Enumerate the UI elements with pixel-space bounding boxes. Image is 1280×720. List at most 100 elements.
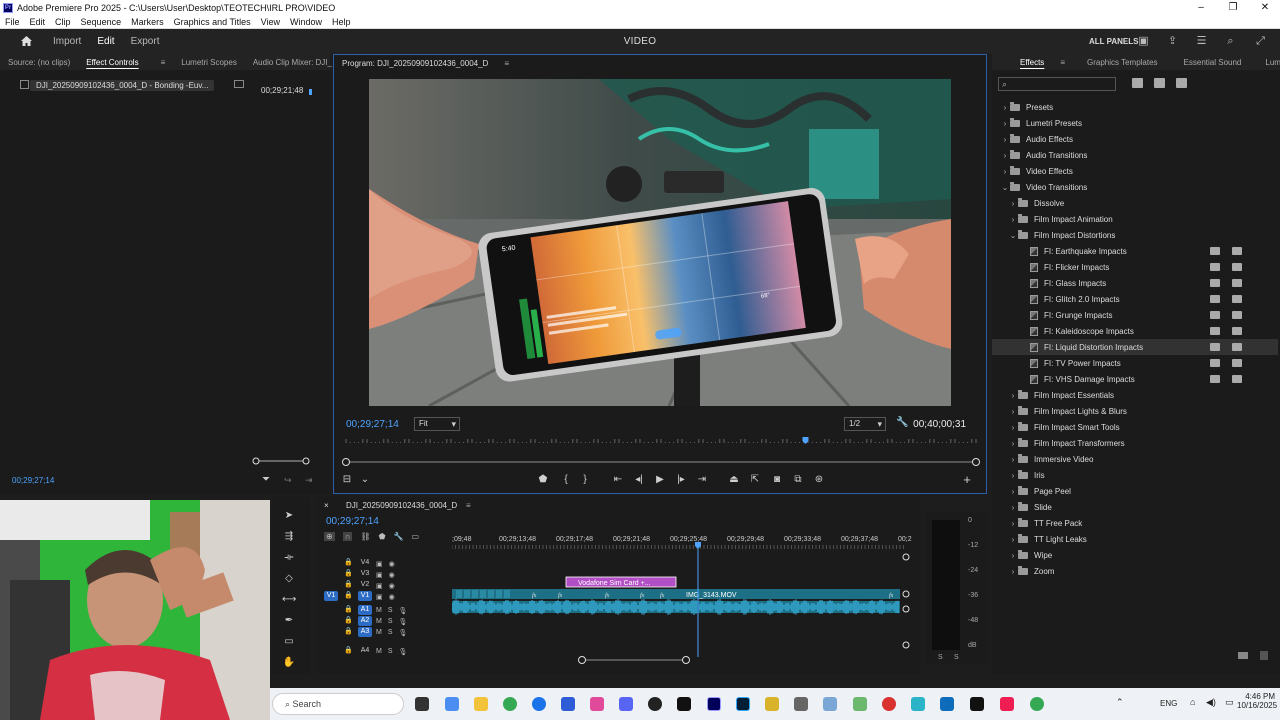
eye-icon[interactable]: ◉ (389, 582, 395, 590)
vr-video-icon[interactable]: ⊛ (812, 473, 826, 487)
menu-lines-icon[interactable]: ≡ (153, 58, 174, 67)
outlook-icon[interactable] (940, 697, 954, 711)
chevron-right-icon[interactable]: › (1008, 423, 1018, 432)
effects-folder[interactable]: › TT Light Leaks (992, 531, 1278, 547)
volume-icon[interactable]: ◀) (1206, 697, 1216, 708)
chevron-right-icon[interactable]: › (1008, 391, 1018, 400)
chrome-second-icon[interactable] (1030, 697, 1044, 711)
effects-folder[interactable]: ⌄ Video Transitions (992, 179, 1278, 195)
settings-icon[interactable] (794, 697, 808, 711)
effects-item[interactable]: FI: VHS Damage Impacts (992, 371, 1278, 387)
resolution-select[interactable]: 1/2 (844, 417, 886, 431)
search-icon[interactable]: ⌕ (1224, 35, 1237, 47)
captions-icon[interactable]: ▭ (412, 532, 420, 541)
chevron-right-icon[interactable]: › (1008, 503, 1018, 512)
chrome-icon[interactable] (503, 697, 517, 711)
chevron-down-icon[interactable]: ⌄ (358, 473, 372, 487)
timeline-playhead-handle[interactable] (695, 542, 701, 549)
linked-selection-icon[interactable]: ⛓ (360, 532, 370, 541)
effects-folder[interactable]: › Film Impact Animation (992, 211, 1278, 227)
obs-icon[interactable] (677, 697, 691, 711)
track-label[interactable]: A3 (358, 627, 372, 637)
rectangle-tool-icon[interactable]: ▭ (282, 635, 296, 649)
file-explorer-icon[interactable] (474, 697, 488, 711)
effects-folder[interactable]: › Immersive Video (992, 451, 1278, 467)
network-icon[interactable]: ⌂ (1190, 697, 1195, 707)
github-icon[interactable] (648, 697, 662, 711)
eye-icon[interactable]: ◉ (389, 560, 395, 568)
clip-panel-icon[interactable] (234, 80, 244, 88)
menu-edit[interactable]: Edit (25, 17, 51, 27)
chevron-down-icon[interactable]: ⌄ (1000, 183, 1010, 192)
clip-name[interactable]: DJI_20250909102436_0004_D - Bonding -Euv… (30, 79, 215, 91)
menu-window[interactable]: Window (285, 17, 327, 27)
ec-playhead[interactable] (309, 89, 312, 95)
play-icon[interactable]: ▶ (653, 473, 667, 487)
lock-icon[interactable]: 🔒 (344, 580, 353, 588)
tab-audio-clip-mixer[interactable]: Audio Clip Mixer: DJI_ (245, 58, 340, 67)
notepad-icon[interactable] (911, 697, 925, 711)
v1-clip[interactable] (452, 589, 900, 599)
mute-icon[interactable]: M (376, 607, 382, 614)
comparison-view-icon[interactable]: ⧉ (791, 473, 805, 487)
microphone-icon[interactable]: 🎙 (399, 607, 408, 615)
lock-icon[interactable]: 🔒 (344, 627, 353, 635)
effects-folder[interactable]: › Dissolve (992, 195, 1278, 211)
lock-icon[interactable]: 🔒 (344, 569, 353, 577)
effects-folder[interactable]: › Audio Effects (992, 131, 1278, 147)
32bit-filter-icon[interactable] (1154, 78, 1165, 88)
chevron-down-icon[interactable]: ⌄ (1008, 231, 1018, 240)
program-monitor-title[interactable]: Program: DJI_20250909102436_0004_D (334, 59, 496, 68)
chevron-right-icon[interactable]: › (1000, 135, 1010, 144)
app-r-icon[interactable] (765, 697, 779, 711)
eye-icon[interactable]: ◉ (389, 571, 395, 579)
instagram-icon[interactable] (590, 697, 604, 711)
effects-item[interactable]: FI: Glass Impacts (992, 275, 1278, 291)
source-patch-v1[interactable]: V1 (324, 591, 338, 601)
tab-source[interactable]: Source: (no clips) (0, 58, 78, 67)
effects-folder[interactable]: › Video Effects (992, 163, 1278, 179)
menu-graphics-and-titles[interactable]: Graphics and Titles (169, 17, 256, 27)
track-label[interactable]: A2 (358, 616, 372, 626)
export-icon[interactable]: ⇥ (305, 475, 313, 486)
track-label[interactable]: V3 (358, 569, 372, 579)
export-frame-icon[interactable]: ◙ (770, 473, 784, 487)
extract-icon[interactable]: ⇱ (748, 473, 762, 487)
lock-icon[interactable]: 🔒 (344, 591, 353, 599)
wrench-icon[interactable]: 🔧 (896, 417, 908, 428)
delete-icon[interactable] (1260, 651, 1268, 660)
go-to-in-icon[interactable]: ⇤ (611, 473, 625, 487)
panel-layout-icon[interactable]: ▣ (1137, 35, 1150, 47)
chevron-right-icon[interactable]: › (1000, 119, 1010, 128)
effects-item[interactable]: FI: Earthquake Impacts (992, 243, 1278, 259)
menu-lines-icon[interactable]: ≡ (496, 59, 517, 68)
photoshop-icon[interactable] (736, 697, 750, 711)
app-green-icon[interactable] (853, 697, 867, 711)
solo-icon[interactable]: S (388, 618, 393, 625)
effect-controls-scrollbar[interactable] (252, 457, 310, 465)
go-to-out-icon[interactable]: ⇥ (695, 473, 709, 487)
accelerated-filter-icon[interactable] (1132, 78, 1143, 88)
sync-lock-icon[interactable]: ▣ (376, 582, 383, 590)
tiktok-studio-icon[interactable] (1000, 697, 1014, 711)
effects-item[interactable]: FI: Grunge Impacts (992, 307, 1278, 323)
lock-icon[interactable]: 🔒 (344, 605, 353, 613)
track-height-handle[interactable] (902, 641, 910, 649)
add-marker-icon[interactable]: ⬟ (536, 473, 550, 487)
track-height-handle[interactable] (902, 553, 910, 561)
microphone-icon[interactable]: 🎙 (399, 618, 408, 626)
chevron-right-icon[interactable]: › (1008, 455, 1018, 464)
snap-icon[interactable]: ∩ (342, 532, 353, 541)
sync-lock-icon[interactable]: ▣ (376, 571, 383, 579)
effects-folder[interactable]: › Lumetri Presets (992, 115, 1278, 131)
effects-folder[interactable]: › Slide (992, 499, 1278, 515)
workspace-tab-edit[interactable]: Edit (97, 36, 114, 47)
effects-folder[interactable]: › Film Impact Transformers (992, 435, 1278, 451)
workspace-tab-export[interactable]: Export (131, 36, 160, 47)
effects-item[interactable]: FI: Liquid Distortion Impacts (992, 339, 1278, 355)
meter-solo-left[interactable]: S (938, 654, 943, 661)
chevron-right-icon[interactable]: › (1008, 567, 1018, 576)
effects-search-input[interactable]: ⌕ (998, 77, 1116, 91)
effects-folder[interactable]: › Wipe (992, 547, 1278, 563)
lift-icon[interactable]: ⏏ (727, 473, 741, 487)
